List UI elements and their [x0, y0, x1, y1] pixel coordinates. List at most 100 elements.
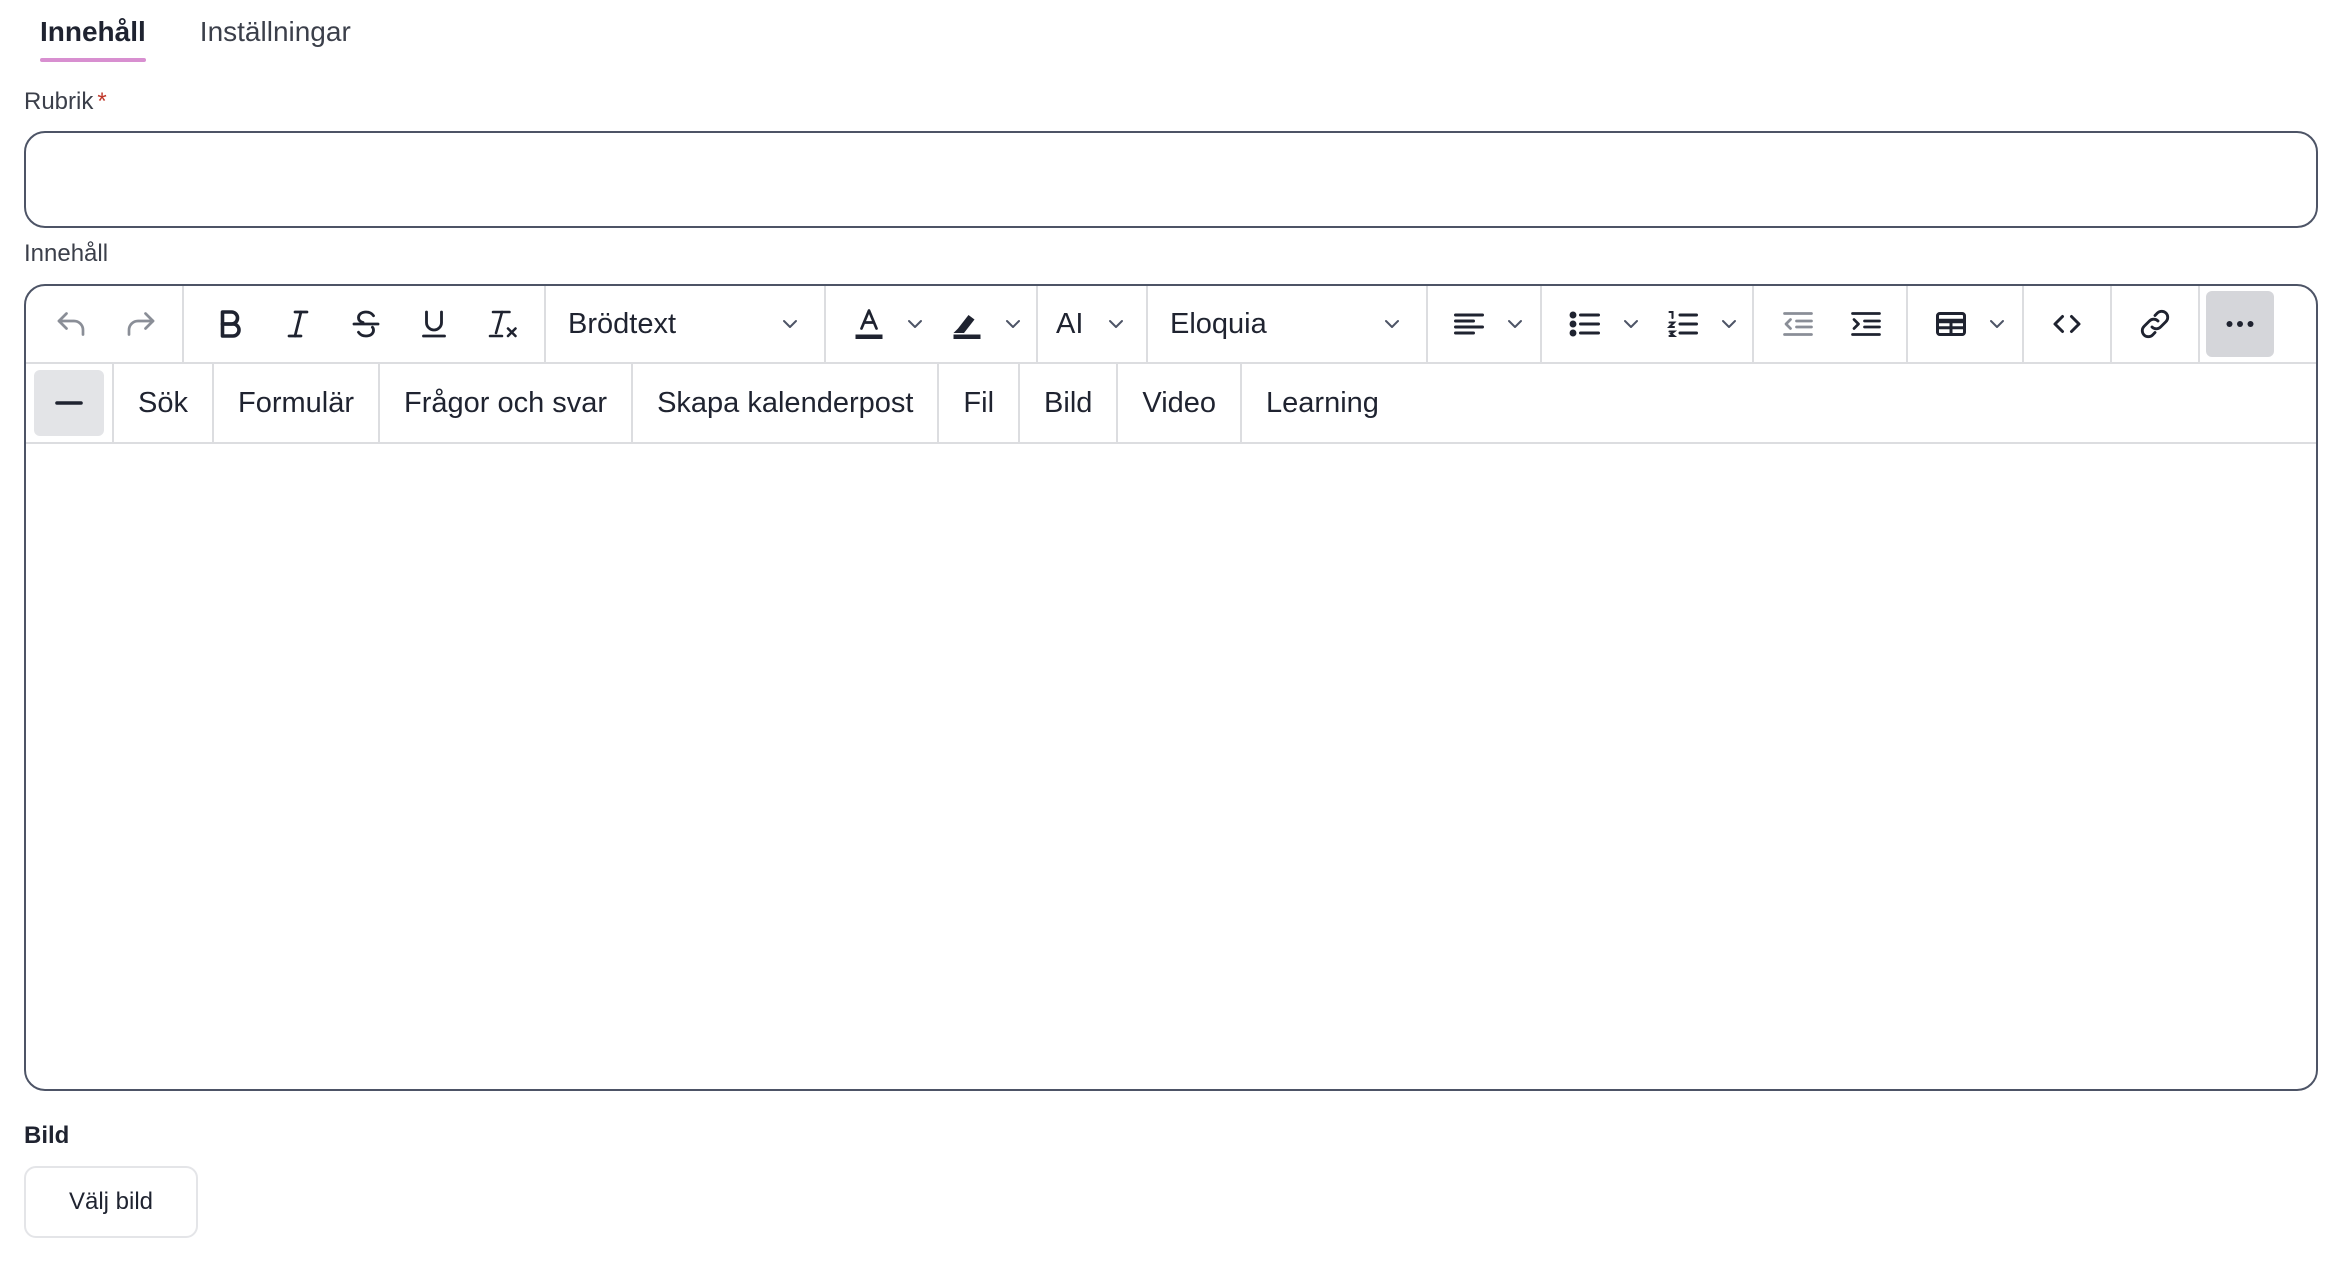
code-icon	[2053, 315, 2081, 333]
bullet-list-split	[1556, 293, 1648, 355]
bullet-list-dropdown[interactable]	[1614, 293, 1648, 355]
editor-toolbar-primary: Brödtext AI Eloquia	[26, 286, 2316, 364]
highlight-dropdown[interactable]	[996, 293, 1030, 355]
chevron-down-icon	[1385, 320, 1399, 328]
rich-text-editor: Brödtext AI Eloquia Sök Formulär Frågor …	[24, 284, 2318, 1091]
more-group	[2200, 286, 2280, 363]
link-button[interactable]	[2124, 293, 2186, 355]
plugin-learning-button[interactable]: Learning	[1242, 363, 1403, 443]
bullet-list-icon	[1569, 311, 1600, 337]
ai-dropdown[interactable]: AI	[1046, 293, 1138, 355]
color-group	[826, 286, 1038, 363]
plugin-formular-button[interactable]: Formulär	[214, 363, 380, 443]
plugin-skapa-kalenderpost-button[interactable]: Skapa kalenderpost	[633, 363, 940, 443]
required-marker: *	[97, 88, 107, 115]
align-dropdown[interactable]	[1498, 293, 1532, 355]
format-group	[184, 286, 546, 363]
strikethrough-button[interactable]	[334, 293, 398, 355]
plugin-video-button[interactable]: Video	[1118, 363, 1243, 443]
numbered-list-split	[1654, 293, 1746, 355]
chevron-down-icon	[783, 320, 797, 328]
numbered-list-icon	[1666, 310, 1698, 338]
rubrik-label-text: Rubrik	[24, 88, 94, 115]
plugin-fragor-och-svar-button[interactable]: Frågor och svar	[380, 363, 634, 443]
italic-icon	[287, 310, 309, 338]
chevron-down-icon	[908, 320, 922, 328]
indent-group	[1754, 286, 1908, 363]
table-dropdown[interactable]	[1980, 293, 2014, 355]
underline-button[interactable]	[402, 293, 466, 355]
clear-formatting-button[interactable]	[470, 293, 534, 355]
plugin-bild-button[interactable]: Bild	[1020, 363, 1119, 443]
block-format-select[interactable]: Brödtext	[554, 293, 816, 355]
clear-formatting-icon	[488, 310, 517, 338]
text-color-dropdown[interactable]	[898, 293, 932, 355]
table-group	[1908, 286, 2024, 363]
undo-button[interactable]	[40, 293, 102, 355]
font-family-value: Eloquia	[1170, 307, 1267, 340]
ai-group: AI	[1038, 286, 1148, 363]
bullet-list-button[interactable]	[1556, 293, 1614, 355]
table-split	[1922, 293, 2014, 355]
italic-button[interactable]	[266, 293, 330, 355]
font-family-group: Eloquia	[1148, 286, 1428, 363]
underline-icon	[422, 310, 446, 338]
tab-installningar[interactable]: Inställningar	[184, 0, 367, 64]
highlight-split	[938, 293, 1030, 355]
list-group	[1542, 286, 1754, 363]
content-label: Innehåll	[24, 240, 109, 267]
bold-button[interactable]	[198, 293, 262, 355]
numbered-list-button[interactable]	[1654, 293, 1712, 355]
link-group	[2112, 286, 2200, 363]
highlight-icon	[953, 315, 981, 339]
indent-icon	[1851, 312, 1881, 336]
outdent-button[interactable]	[1768, 293, 1828, 355]
text-color-icon	[855, 309, 883, 339]
outdent-icon	[1783, 312, 1813, 336]
chevron-down-icon	[1990, 320, 2004, 328]
font-family-select[interactable]: Eloquia	[1156, 293, 1418, 355]
rubrik-label: Rubrik *	[24, 88, 107, 116]
editor-content-area[interactable]	[26, 446, 2316, 1089]
ai-label: AI	[1056, 307, 1084, 340]
chevron-down-icon	[1624, 320, 1638, 328]
more-icon	[2226, 321, 2254, 327]
undo-icon	[57, 312, 85, 336]
code-group	[2024, 286, 2112, 363]
block-format-value: Brödtext	[568, 307, 676, 340]
more-button[interactable]	[2206, 291, 2274, 357]
redo-button[interactable]	[110, 293, 172, 355]
plugin-fil-button[interactable]: Fil	[939, 363, 1021, 443]
plugin-sok-button[interactable]: Sök	[114, 363, 214, 443]
numbered-list-dropdown[interactable]	[1712, 293, 1746, 355]
text-color-button[interactable]	[840, 293, 898, 355]
choose-image-button[interactable]: Välj bild	[24, 1166, 198, 1238]
align-split	[1440, 293, 1532, 355]
link-icon	[2140, 309, 2170, 339]
table-icon	[1936, 312, 1966, 336]
align-left-icon	[1454, 313, 1484, 335]
chevron-down-icon	[1006, 320, 1020, 328]
align-group	[1428, 286, 1542, 363]
rubrik-input[interactable]	[24, 131, 2318, 228]
highlight-button[interactable]	[938, 293, 996, 355]
bold-icon	[220, 310, 241, 338]
editor-toolbar-secondary: Sök Formulär Frågor och svar Skapa kalen…	[26, 363, 2316, 444]
tab-bar: Innehåll Inställningar	[24, 0, 389, 64]
code-button[interactable]	[2036, 293, 2098, 355]
horizontal-line-button[interactable]	[34, 370, 104, 436]
table-button[interactable]	[1922, 293, 1980, 355]
chevron-down-icon	[1109, 320, 1123, 328]
redo-icon	[127, 312, 155, 336]
block-format-group: Brödtext	[546, 286, 826, 363]
history-group	[26, 286, 184, 363]
horizontal-line-icon	[55, 401, 83, 405]
strikethrough-icon	[352, 310, 380, 338]
chevron-down-icon	[1508, 320, 1522, 328]
align-left-button[interactable]	[1440, 293, 1498, 355]
image-section-title: Bild	[24, 1122, 70, 1149]
text-color-split	[840, 293, 932, 355]
indent-button[interactable]	[1836, 293, 1896, 355]
chevron-down-icon	[1722, 320, 1736, 328]
tab-innehall[interactable]: Innehåll	[24, 0, 162, 64]
